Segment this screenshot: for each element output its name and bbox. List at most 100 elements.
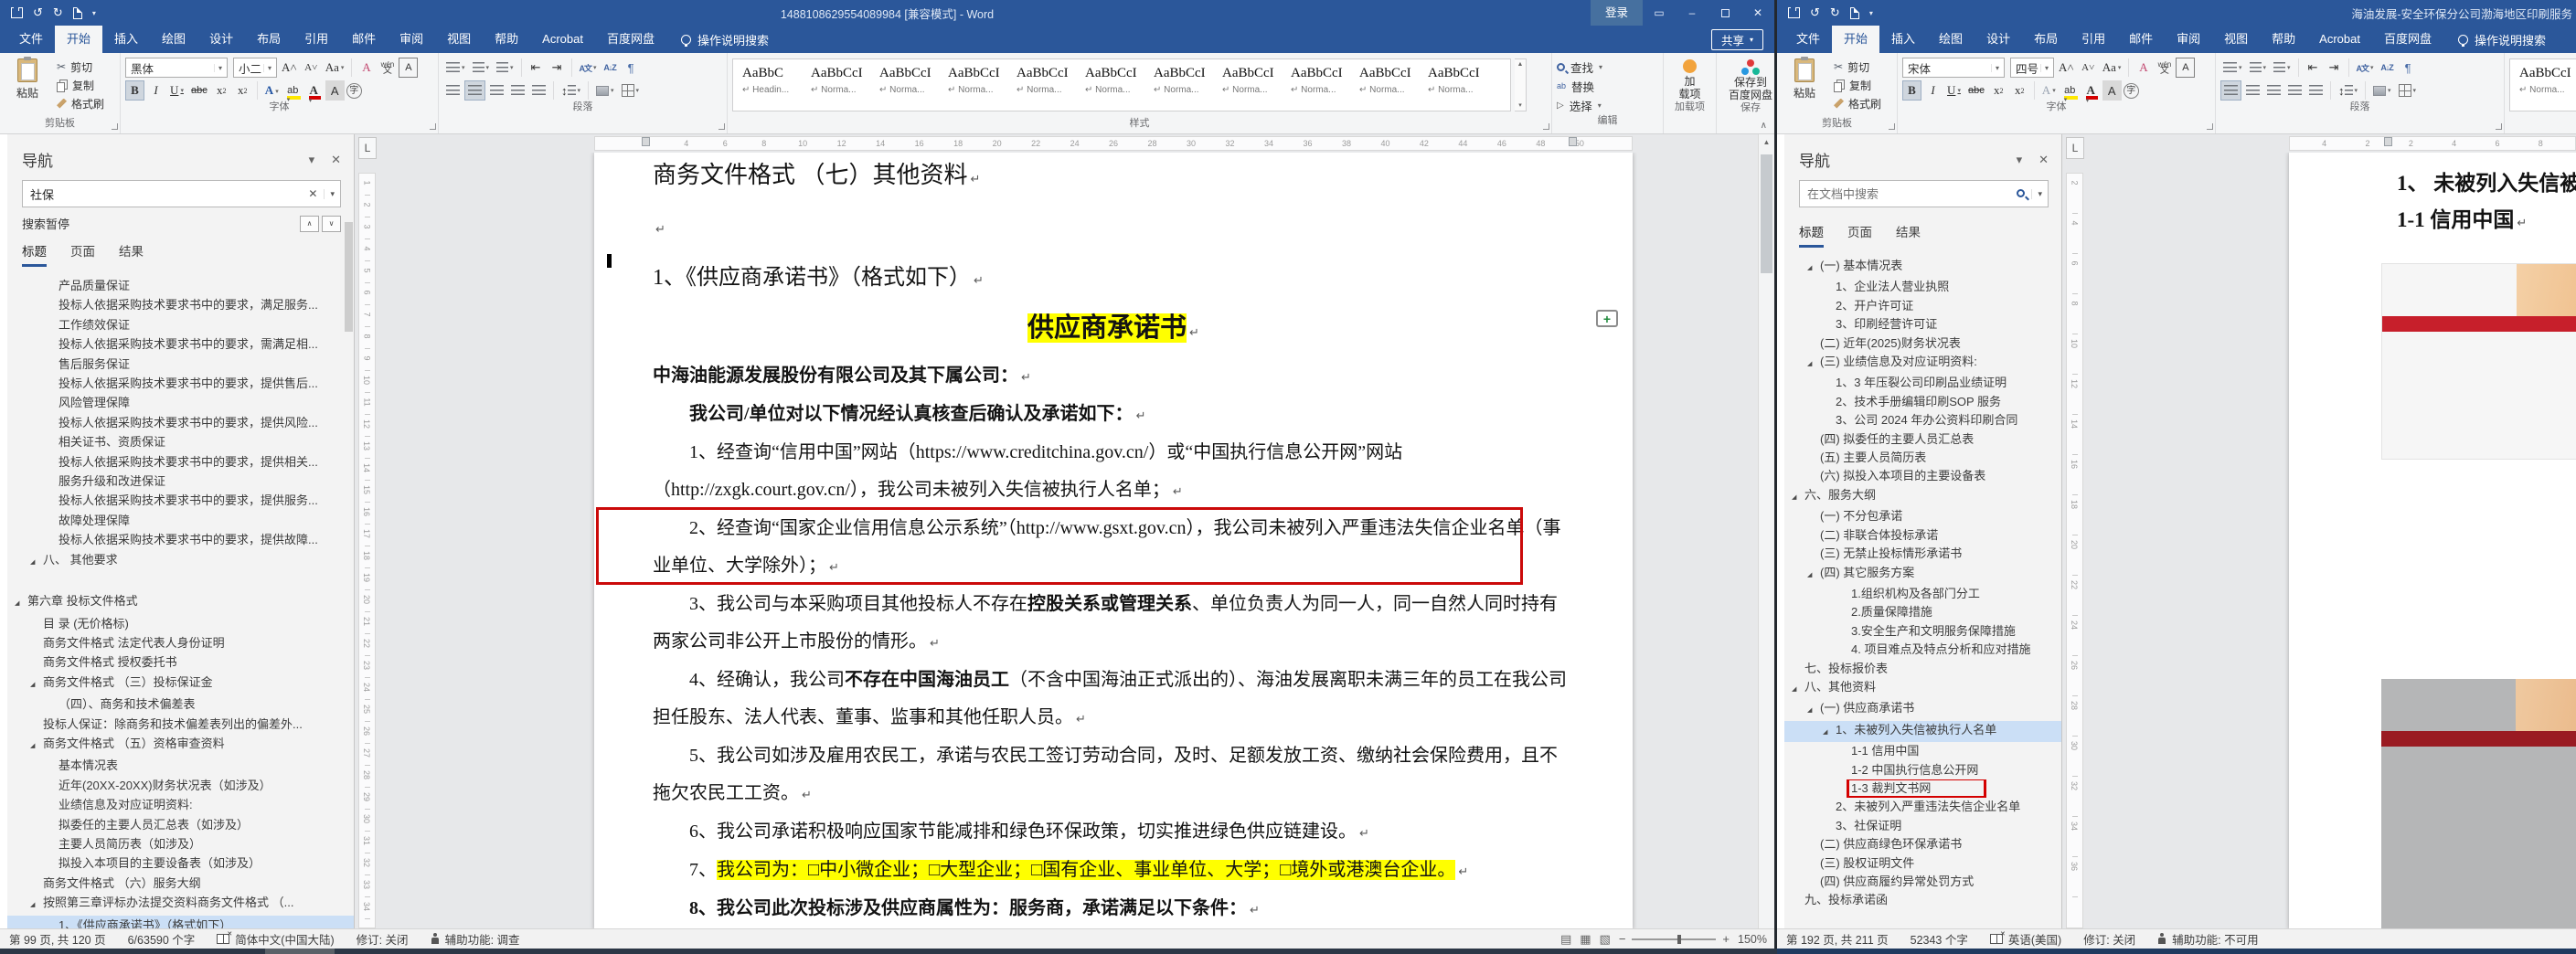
doc-scrollbar-left[interactable]: ▲ [1758,134,1774,928]
proofing-icon[interactable] [217,930,232,944]
nav-item[interactable]: ◢ 按照第三章评标办法提交资料商务文件格式 （... [7,893,354,915]
nav-item[interactable]: (四) 供应商履约异常处罚方式 [1784,873,2061,891]
save-icon[interactable] [1788,7,1800,18]
nav-item[interactable]: 近年(20XX-20XX)财务状况表（如涉及） [7,776,354,795]
search-options-icon[interactable]: ▾ [2031,188,2048,199]
style-item[interactable]: AaBbCcI ↵ Norma... [946,64,1011,109]
asian-layout-button[interactable]: A文 [577,58,599,78]
shading-button[interactable] [593,80,617,101]
character-border-button[interactable]: A [399,58,419,78]
grow-font-button[interactable]: A˄ [2056,58,2077,78]
menu-tab-3[interactable]: 绘图 [150,26,197,53]
menu-tab-7[interactable]: 邮件 [340,26,388,53]
paragraph-dialog-launcher-icon[interactable] [2496,123,2502,130]
show-marks-button[interactable]: ¶ [2399,58,2418,78]
highlight-color-button[interactable]: ab [2060,80,2080,101]
text-effects-button[interactable]: A [2039,80,2059,101]
bold-button[interactable]: B [1902,80,1921,101]
expand-triangle-icon[interactable]: ◢ [1792,681,1804,699]
menu-tab-12[interactable]: 百度网盘 [2372,26,2443,53]
format-painter-button[interactable]: 格式刷 [54,94,107,112]
undo-icon[interactable]: ↺ [33,6,43,19]
comment-icon[interactable] [1596,310,1618,327]
expand-triangle-icon[interactable]: ◢ [1807,567,1820,585]
nav-item[interactable]: 商务文件格式 法定代表人身份证明 [7,633,354,652]
paste-button[interactable]: 粘贴 [1782,56,1827,101]
menu-tab-3[interactable]: 绘图 [1927,26,1975,53]
nav-item[interactable]: 2、技术手册编辑印刷SOP 服务 [1784,393,2061,411]
qat-customize-icon[interactable]: ▾ [92,9,96,17]
style-item[interactable]: AaBbCcI ↵ Norma... [1015,64,1080,109]
subscript-button[interactable]: x2 [212,80,231,101]
style-item[interactable]: AaBbCcI ↵ Norma... [1357,64,1422,109]
phonetic-guide-button[interactable]: wén 文 [2155,58,2174,78]
nav-item[interactable]: ◢ (一) 供应商承诺书 [1784,699,2061,720]
bullets-button[interactable] [2220,58,2245,78]
nav-item[interactable]: 1、企业法人营业执照 [1784,278,2061,296]
clear-format-icon[interactable]: A [357,58,376,78]
menu-tab-2[interactable]: 插入 [102,26,150,53]
proofing-icon[interactable] [1989,930,2006,944]
grow-font-button[interactable]: A˄ [279,58,300,78]
superscript-button[interactable]: x2 [2010,80,2029,101]
expand-triangle-icon[interactable]: ◢ [1823,724,1836,742]
document-icon[interactable] [72,6,82,19]
track-changes-indicator[interactable]: 修订: 关闭 [2083,930,2135,948]
increase-indent-button[interactable]: ⇥ [2325,58,2344,78]
style-item[interactable]: AaBbCcI ↵ Norma... [1426,64,1491,109]
menu-tab-9[interactable]: 视图 [435,26,483,53]
paragraph-dialog-launcher-icon[interactable] [719,123,725,130]
nav-item[interactable]: 投标人依据采购技术要求书中的要求，需满足相... [7,334,354,354]
multilevel-list-button[interactable] [494,58,516,78]
italic-button[interactable]: I [1923,80,1943,101]
undo-icon[interactable]: ↺ [1810,6,1820,19]
nav-item[interactable]: (一) 不分包承诺 [1784,507,2061,525]
style-item[interactable]: AaBbCcI ↵ Norma... [878,64,942,109]
menu-tab-0[interactable]: 文件 [7,26,55,53]
nav-item[interactable]: 1.组织机构及各部门分工 [1784,585,2061,603]
print-layout-icon[interactable]: ▦ [1580,932,1591,947]
zoom-level[interactable]: 150% [1738,933,1767,946]
nav-item[interactable]: 1、3 年压裂公司印刷品业绩证明 [1784,374,2061,392]
read-mode-icon[interactable]: ▤ [1560,932,1571,947]
scroll-up-icon[interactable]: ▲ [1759,134,1774,150]
nav-item[interactable]: (二) 供应商绿色环保承诺书 [1784,835,2061,853]
left-indent-marker[interactable] [2384,137,2392,146]
page-indicator[interactable]: 第 99 页, 共 120 页 [9,930,106,948]
nav-search-input[interactable] [1800,186,2011,201]
language-indicator[interactable]: 英语(美国) [2008,930,2061,948]
expand-triangle-icon[interactable]: ◢ [15,594,27,613]
restore-button[interactable] [1708,0,1741,26]
character-shading-button[interactable]: A [2102,80,2122,101]
align-left-button[interactable] [2220,80,2241,101]
nav-item[interactable]: ◢ 八、 其他要求 [7,550,354,572]
nav-item[interactable]: 2、开户许可证 [1784,297,2061,315]
enclose-characters-button[interactable]: 字 [2123,82,2139,99]
nav-item[interactable]: 2、未被列入严重违法失信企业名单 [1784,798,2061,816]
font-color-button[interactable]: A [304,80,324,101]
nav-item[interactable]: ◢ 商务文件格式 （三）投标保证金 [7,673,354,694]
taskbar[interactable] [0,949,2576,954]
menu-tab-12[interactable]: 百度网盘 [595,26,666,53]
nav-item[interactable]: (六) 拟投入本项目的主要设备表 [1784,467,2061,485]
subscript-button[interactable]: x2 [1989,80,2008,101]
find-button[interactable]: 查找 ▾ [1557,58,1658,76]
superscript-button[interactable]: x2 [233,80,252,101]
shrink-font-button[interactable]: A˅ [2079,58,2098,78]
nav-item[interactable]: 服务升级和改进保证 [7,472,354,491]
nav-item[interactable]: ◢ 商务文件格式 （五）资格审查资料 [7,734,354,756]
nav-item[interactable]: ◢ (一) 基本情况表 [1784,257,2061,278]
italic-button[interactable]: I [146,80,165,101]
page-indicator[interactable]: 第 192 页, 共 211 页 [1786,930,1889,948]
expand-triangle-icon[interactable]: ◢ [1807,702,1820,720]
nav-item[interactable]: 2.质量保障措施 [1784,603,2061,621]
strikethrough-button[interactable]: abc [188,80,210,101]
asian-layout-button[interactable]: A文 [2354,58,2376,78]
nav-item[interactable]: ◢ (四) 其它服务方案 [1784,564,2061,585]
line-spacing-button[interactable]: ↕ [559,80,583,101]
nav-item[interactable]: 工作绩效保证 [7,315,354,334]
ribbon-display-options-button[interactable]: ▭ [1643,0,1676,26]
character-shading-button[interactable]: A [325,80,345,101]
align-left-button[interactable] [443,80,463,101]
style-item[interactable]: AaBbCcI ↵ Norma... [1289,64,1354,109]
